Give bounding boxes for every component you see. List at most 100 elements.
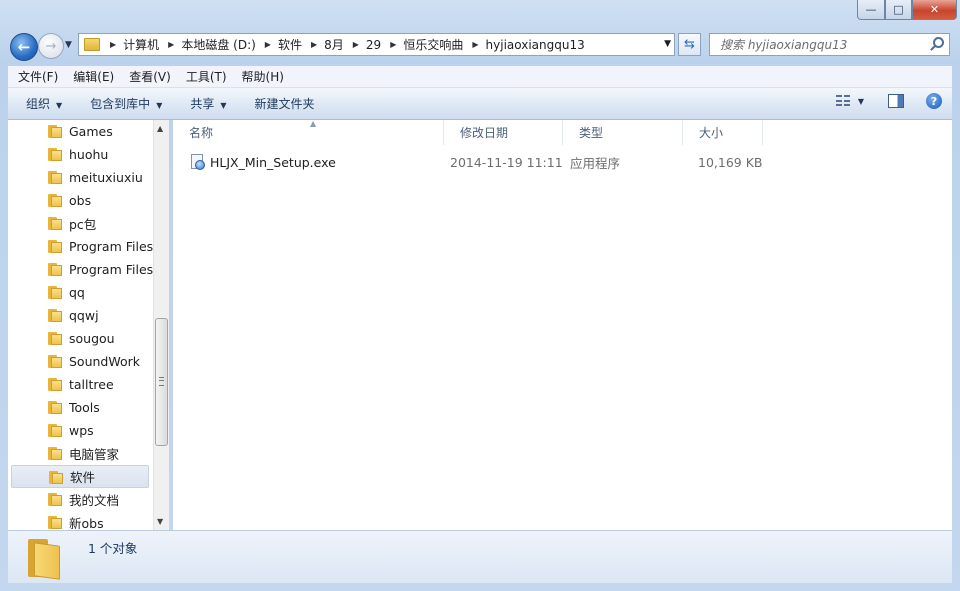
column-headers: ▲ 名称 修改日期 类型 大小 bbox=[173, 119, 952, 145]
folder-icon bbox=[48, 263, 62, 276]
tree-item-label: meituxiuxiu bbox=[69, 170, 143, 185]
tree-item[interactable]: 电脑管家 bbox=[8, 442, 154, 465]
close-button[interactable]: ✕ bbox=[912, 0, 957, 20]
tree-item-label: talltree bbox=[69, 377, 114, 392]
breadcrumb-chevron-icon[interactable]: ▶ bbox=[265, 40, 271, 49]
menu-file[interactable]: 文件(F) bbox=[8, 68, 63, 85]
tree-item[interactable]: qq bbox=[8, 281, 154, 304]
folder-icon bbox=[48, 424, 62, 437]
file-date: 2014-11-19 11:11 bbox=[450, 154, 563, 170]
tree-item[interactable]: Program Files bbox=[8, 258, 154, 281]
menu-tools[interactable]: 工具(T) bbox=[176, 68, 232, 85]
view-dropdown-icon[interactable]: ▼ bbox=[858, 97, 864, 106]
view-options-icon[interactable] bbox=[835, 95, 850, 107]
tree-item[interactable]: Program Files bbox=[8, 235, 154, 258]
breadcrumb-item[interactable]: 计算机 bbox=[123, 36, 159, 53]
column-header-type[interactable]: 类型 bbox=[563, 120, 683, 145]
file-name: HLJX_Min_Setup.exe bbox=[210, 154, 336, 170]
scroll-down-icon[interactable]: ▼ bbox=[157, 517, 163, 526]
column-header-name[interactable]: 名称 bbox=[173, 120, 444, 145]
tree-item-label: wps bbox=[69, 423, 94, 438]
breadcrumb-item[interactable]: hyjiaoxiangqu13 bbox=[486, 38, 585, 52]
search-icon[interactable] bbox=[933, 37, 944, 48]
tree-item[interactable]: 软件 bbox=[11, 465, 149, 488]
nav-scrollbar[interactable]: ▲ ▼ bbox=[153, 120, 169, 530]
file-row[interactable]: HLJX_Min_Setup.exe 2014-11-19 11:11 应用程序… bbox=[183, 150, 763, 174]
include-in-library-button[interactable]: 包含到库中 ▼ bbox=[72, 95, 172, 112]
breadcrumb-chevron-icon[interactable]: ▶ bbox=[311, 40, 317, 49]
tree-item[interactable]: qqwj bbox=[8, 304, 154, 327]
refresh-button[interactable]: ⇆ bbox=[678, 33, 701, 56]
tree-item[interactable]: talltree bbox=[8, 373, 154, 396]
folder-icon bbox=[84, 38, 100, 51]
breadcrumb-chevron-icon[interactable]: ▶ bbox=[472, 40, 478, 49]
breadcrumb-item[interactable]: 8月 bbox=[324, 36, 344, 53]
search-box[interactable] bbox=[709, 33, 950, 56]
tree-item-label: 我的文档 bbox=[69, 493, 120, 508]
folder-icon bbox=[48, 378, 62, 391]
breadcrumb-chevron-icon[interactable]: ▶ bbox=[110, 40, 116, 49]
dropdown-arrow-icon: ▼ bbox=[220, 101, 227, 110]
folder-icon bbox=[48, 171, 62, 184]
menu-help[interactable]: 帮助(H) bbox=[232, 68, 289, 85]
tree-item[interactable]: Tools bbox=[8, 396, 154, 419]
breadcrumb-item[interactable]: 29 bbox=[366, 38, 381, 52]
help-icon[interactable]: ? bbox=[926, 93, 942, 109]
scrollbar-thumb[interactable] bbox=[155, 318, 168, 446]
tree-item[interactable]: 新obs bbox=[8, 511, 154, 530]
breadcrumb-item[interactable]: 软件 bbox=[278, 36, 302, 53]
scroll-up-icon[interactable]: ▲ bbox=[157, 124, 163, 133]
organize-button[interactable]: 组织 ▼ bbox=[8, 95, 72, 112]
tree-item[interactable]: pc包 bbox=[8, 212, 154, 235]
search-input[interactable] bbox=[718, 37, 922, 53]
tree-item-label: obs bbox=[69, 193, 92, 208]
menu-view[interactable]: 查看(V) bbox=[119, 68, 176, 85]
tree-item[interactable]: meituxiuxiu bbox=[8, 166, 154, 189]
close-icon: ✕ bbox=[929, 3, 940, 16]
tree-item[interactable]: 我的文档 bbox=[8, 488, 154, 511]
tree-item-label: Program Files bbox=[69, 239, 154, 254]
folder-icon bbox=[49, 471, 63, 484]
breadcrumb-item[interactable]: 本地磁盘 (D:) bbox=[181, 36, 255, 53]
new-folder-button[interactable]: 新建文件夹 bbox=[237, 95, 325, 112]
maximize-icon: □ bbox=[893, 3, 904, 16]
breadcrumb-item[interactable]: 恒乐交响曲 bbox=[403, 36, 463, 53]
exe-file-icon bbox=[191, 154, 205, 170]
tree-item-label: SoundWork bbox=[69, 354, 141, 369]
breadcrumb-chevron-icon[interactable]: ▶ bbox=[353, 40, 359, 49]
recent-pages-dropdown-icon[interactable]: ▼ bbox=[65, 40, 72, 50]
item-count: 1 个对象 bbox=[88, 541, 138, 556]
address-bar[interactable]: ▶ 计算机 ▶ 本地磁盘 (D:) ▶ 软件 ▶ 8月 ▶ 29 ▶ 恒乐交响曲… bbox=[78, 33, 675, 56]
column-header-date[interactable]: 修改日期 bbox=[444, 120, 563, 145]
dropdown-arrow-icon: ▼ bbox=[56, 101, 63, 110]
tree-item-label: huohu bbox=[69, 147, 109, 162]
forward-arrow-icon: → bbox=[45, 38, 57, 54]
folder-icon bbox=[48, 125, 62, 138]
command-bar: 组织 ▼ 包含到库中 ▼ 共享 ▼ 新建文件夹 ▼ ? bbox=[8, 88, 952, 120]
folder-icon bbox=[48, 309, 62, 322]
folder-icon bbox=[48, 493, 62, 506]
forward-button[interactable]: → bbox=[38, 33, 64, 59]
breadcrumb-chevron-icon[interactable]: ▶ bbox=[390, 40, 396, 49]
address-dropdown-icon[interactable]: ▼ bbox=[664, 39, 671, 49]
tree-item[interactable]: SoundWork bbox=[8, 350, 154, 373]
column-header-size[interactable]: 大小 bbox=[683, 120, 763, 145]
caption-buttons: — □ ✕ bbox=[857, 0, 957, 20]
tree-item[interactable]: Games bbox=[8, 120, 154, 143]
organize-label: 组织 bbox=[26, 97, 51, 111]
back-button[interactable]: ← bbox=[10, 33, 38, 61]
tree-item[interactable]: wps bbox=[8, 419, 154, 442]
tree-item[interactable]: huohu bbox=[8, 143, 154, 166]
folder-icon bbox=[48, 286, 62, 299]
minimize-button[interactable]: — bbox=[857, 0, 885, 20]
breadcrumb-chevron-icon[interactable]: ▶ bbox=[168, 40, 174, 49]
maximize-button[interactable]: □ bbox=[885, 0, 912, 20]
menu-edit[interactable]: 编辑(E) bbox=[63, 68, 119, 85]
tree-item[interactable]: obs bbox=[8, 189, 154, 212]
preview-pane-icon[interactable] bbox=[888, 94, 904, 108]
explorer-window: — □ ✕ ← → ▼ ▶ 计算机 ▶ 本地磁盘 (D:) ▶ 软件 ▶ 8月 … bbox=[0, 0, 960, 591]
tree-item[interactable]: sougou bbox=[8, 327, 154, 350]
folder-icon bbox=[48, 401, 62, 414]
folder-icon bbox=[48, 240, 62, 253]
share-button[interactable]: 共享 ▼ bbox=[172, 95, 236, 112]
